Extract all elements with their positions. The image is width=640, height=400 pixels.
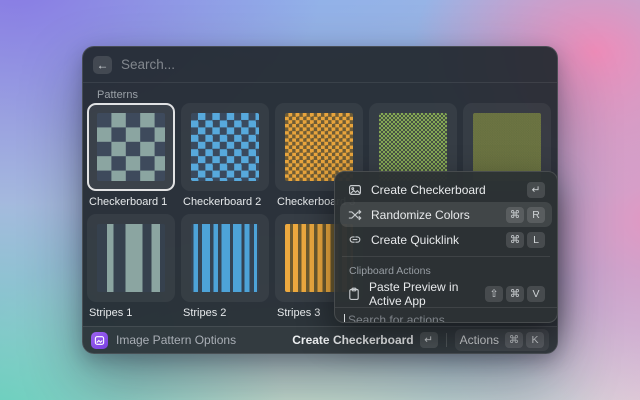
return-key-badge: ↵: [420, 332, 438, 348]
key-badge: ⌘: [506, 207, 524, 223]
actions-menu: Create Checkerboard↵Randomize Colors⌘RCr…: [334, 171, 558, 323]
pattern-tile-stripes-1[interactable]: [87, 214, 175, 302]
key-badge: K: [526, 332, 544, 348]
key-badge: ↵: [527, 182, 545, 198]
menu-item-label: Randomize Colors: [371, 208, 470, 222]
pattern-cell-checkerboard-1: Checkerboard 1: [87, 103, 175, 208]
footer-primary-action[interactable]: Create Checkerboard: [292, 333, 413, 347]
pattern-preview-stripes-1: [97, 224, 165, 292]
search-input[interactable]: Search...: [121, 57, 175, 72]
menu-divider: [342, 256, 550, 257]
menu-item-label: Create Quicklink: [371, 233, 459, 247]
menu-item-create-checkerboard[interactable]: Create Checkerboard ↵: [340, 177, 552, 202]
key-badge: ⌘: [505, 332, 523, 348]
image-icon: [347, 182, 363, 198]
actions-search-placeholder: Search for actions...: [348, 313, 455, 324]
pattern-tile-label: Checkerboard 2: [181, 196, 269, 208]
actions-button-label: Actions: [460, 333, 499, 347]
pattern-tile-checkerboard-1[interactable]: [87, 103, 175, 191]
menu-item-label: Create Checkerboard: [371, 183, 486, 197]
link-icon: [347, 232, 363, 248]
actions-button[interactable]: Actions ⌘K: [455, 329, 549, 351]
menu-item-create-quicklink[interactable]: Create Quicklink ⌘L: [340, 227, 552, 252]
patterns-section-title: Patterns: [97, 89, 138, 101]
key-badge: L: [527, 232, 545, 248]
key-badge: ⌘: [506, 232, 524, 248]
pattern-cell-checkerboard-2: Checkerboard 2: [181, 103, 269, 208]
pattern-tile-checkerboard-2[interactable]: [181, 103, 269, 191]
key-badge: ⌘: [506, 286, 524, 302]
menu-item-label: Paste Preview in Active App: [369, 280, 485, 308]
key-badge: ⇧: [485, 286, 503, 302]
launcher-window: ← Search... Patterns Checkerboard 1 Check…: [82, 46, 558, 354]
clipboard-icon: [347, 286, 361, 302]
pattern-tile-stripes-2[interactable]: [181, 214, 269, 302]
back-button[interactable]: ←: [93, 56, 112, 74]
menu-item-paste-preview-in-active-app[interactable]: Paste Preview in Active App⇧⌘V: [340, 281, 552, 306]
menu-item-randomize-colors[interactable]: Randomize Colors ⌘R: [340, 202, 552, 227]
pattern-tile-label: Stripes 1: [87, 307, 175, 319]
back-arrow-icon: ←: [97, 56, 109, 74]
pattern-tile-label: Stripes 2: [181, 307, 269, 319]
pattern-preview-checkerboard-2: [191, 113, 259, 181]
pattern-preview-stripes-2: [191, 224, 259, 292]
text-cursor: [344, 314, 345, 324]
shuffle-icon: [347, 207, 363, 223]
footer-app-name: Image Pattern Options: [116, 333, 236, 347]
pattern-cell-stripes-2: Stripes 2: [181, 214, 269, 319]
key-badge: R: [527, 207, 545, 223]
footer-bar: Image Pattern Options Create Checkerboar…: [83, 326, 557, 353]
pattern-cell-stripes-1: Stripes 1: [87, 214, 175, 319]
key-badge: V: [527, 286, 545, 302]
image-pattern-app-icon: [91, 332, 108, 349]
footer-divider: [446, 333, 447, 347]
clipboard-actions-section-title: Clipboard Actions: [340, 261, 552, 281]
actions-search-input[interactable]: Search for actions...: [335, 307, 557, 323]
search-bar: ← Search...: [83, 47, 557, 83]
pattern-preview-checkerboard-1: [97, 113, 165, 181]
pattern-tile-label: Checkerboard 1: [87, 196, 175, 208]
